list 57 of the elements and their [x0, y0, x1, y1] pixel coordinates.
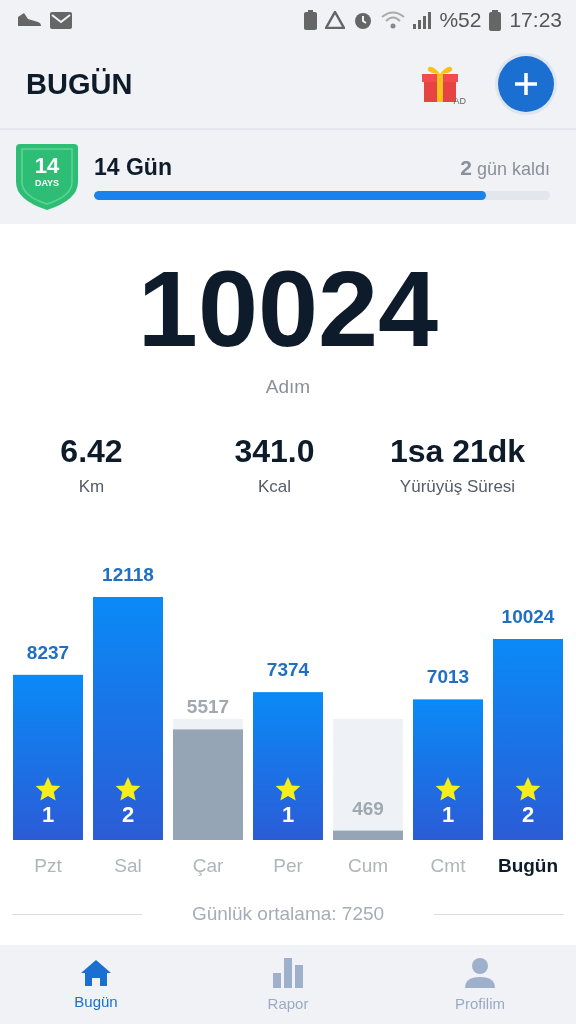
stat-value: 6.42	[60, 432, 123, 470]
bar-value: 7374	[266, 659, 310, 681]
bar-value: 5517	[186, 696, 230, 718]
stat-value: 341.0	[234, 432, 315, 470]
person-icon	[464, 957, 496, 989]
star-count: 1	[41, 802, 55, 827]
bar-value: 10024	[501, 606, 555, 627]
badge-unit: DAYS	[34, 178, 60, 188]
home-icon	[80, 959, 112, 987]
bar-value: 12118	[102, 564, 154, 585]
day-label: Çar	[192, 855, 224, 876]
alarm-icon	[353, 10, 374, 30]
wifi-icon	[381, 11, 406, 29]
star-count: 1	[281, 802, 295, 827]
shoe-icon	[16, 11, 42, 29]
shield-icon	[16, 144, 78, 210]
stat-label: Km	[78, 476, 105, 498]
badge-number: 14	[34, 154, 60, 178]
bar-value: 8237	[26, 641, 70, 663]
bar-value: 469	[352, 797, 384, 819]
mail-icon	[50, 11, 72, 29]
battery-percent: %52	[439, 8, 482, 32]
day-label: Sal	[114, 855, 142, 876]
plus-icon	[513, 71, 539, 97]
clock-time: 17:23	[509, 8, 562, 32]
goal-track	[173, 719, 243, 730]
star-count: 2	[521, 802, 535, 827]
stat-value: 1sa 21dk	[389, 432, 526, 470]
step-count: 10024	[137, 254, 439, 364]
days-remaining: 2 gün kaldı	[460, 156, 550, 180]
nav-tab[interactable]: Bugün	[0, 945, 192, 1024]
star-count: 1	[441, 802, 455, 827]
step-label: Adım	[265, 375, 311, 399]
star-icon	[275, 777, 301, 801]
day-label: Per	[273, 855, 303, 876]
nav-tab[interactable]: Rapor	[192, 945, 384, 1024]
stat-label: Kcal	[257, 476, 292, 498]
add-button[interactable]	[498, 56, 554, 112]
daily-average: Günlük ortalama: 7250	[191, 902, 385, 926]
stat-label: Yürüyüş Süresi	[399, 476, 516, 498]
battery-icon	[489, 9, 502, 31]
streak-title: 14 Gün	[94, 154, 173, 181]
nav-tab[interactable]: Profilim	[384, 945, 576, 1024]
star-count: 2	[121, 802, 135, 827]
bar-chart-icon	[272, 957, 304, 989]
day-label: Pzt	[34, 855, 62, 876]
star-icon	[35, 777, 61, 801]
bar-value: 7013	[426, 666, 470, 688]
signal-icon	[413, 11, 432, 29]
star-icon	[515, 777, 541, 801]
day-label: Cmt	[430, 855, 466, 876]
star-icon	[435, 777, 461, 801]
page-title: BUGÜN	[26, 67, 134, 101]
day-label: Bugün	[497, 855, 559, 876]
star-icon	[115, 777, 141, 801]
day-label: Cum	[347, 855, 389, 876]
ad-label: AD	[453, 96, 466, 106]
